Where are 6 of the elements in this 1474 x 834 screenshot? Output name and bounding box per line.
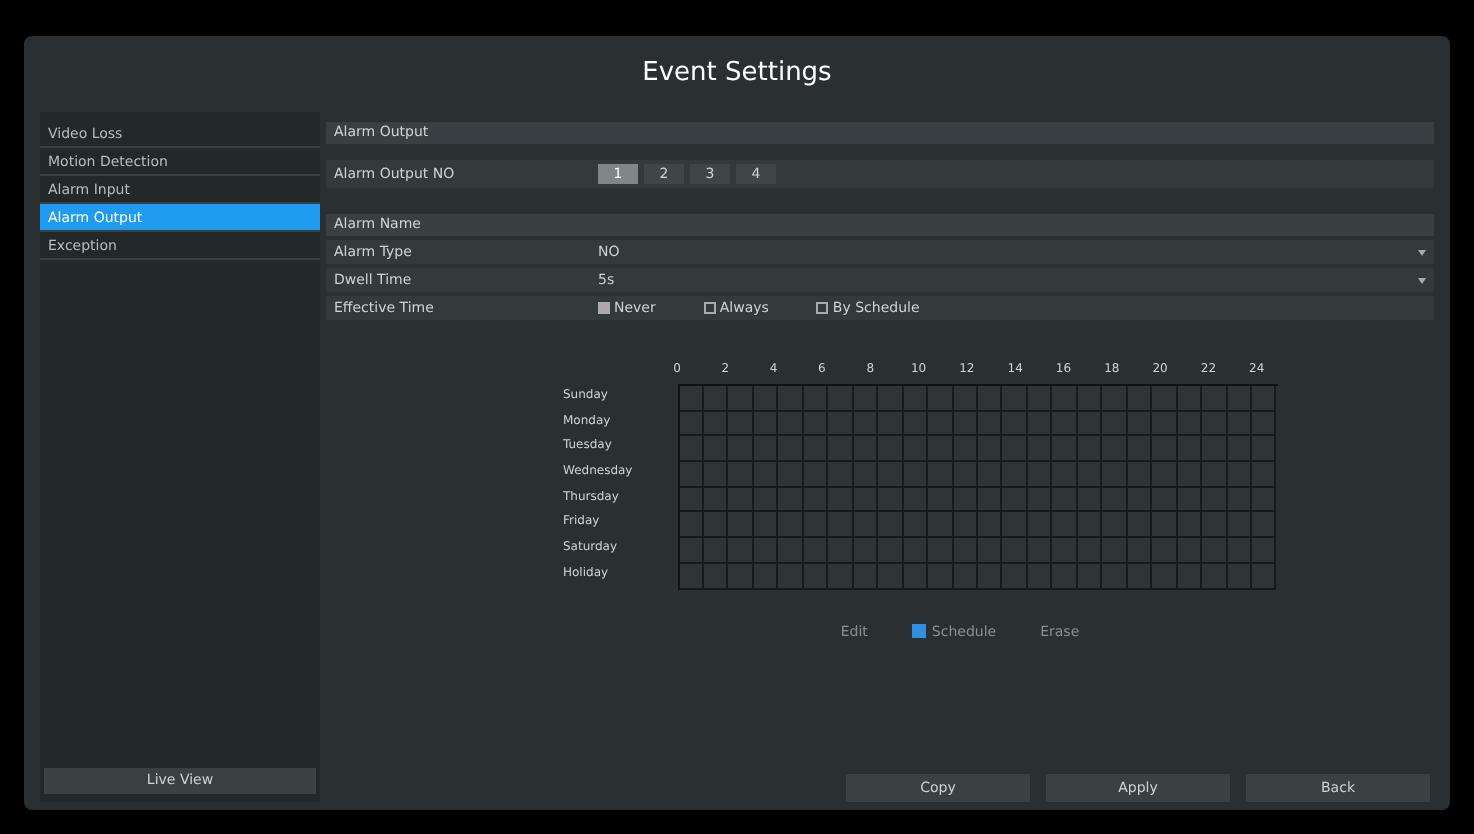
caret-icon xyxy=(1418,277,1426,283)
checkbox[interactable] xyxy=(816,302,829,314)
caret-icon xyxy=(1418,249,1426,255)
checkbox[interactable] xyxy=(703,302,716,314)
checkbox[interactable] xyxy=(598,302,610,314)
window-title: Event Settings xyxy=(642,56,832,93)
